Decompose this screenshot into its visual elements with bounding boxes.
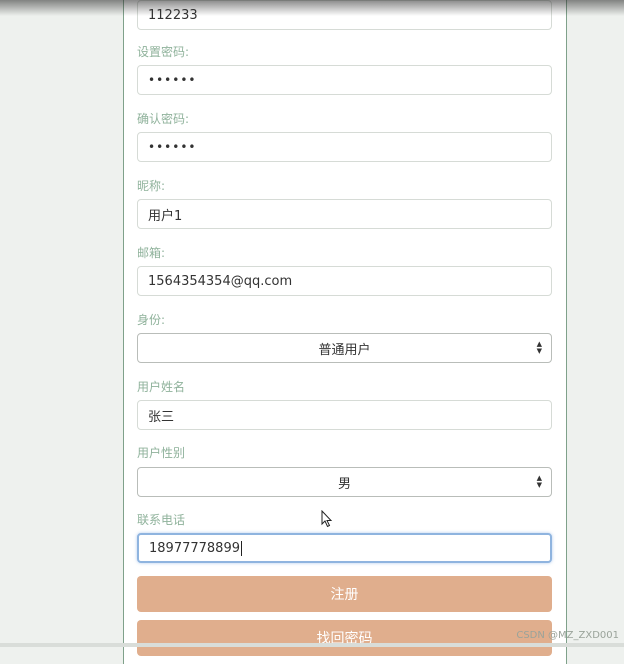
email-label: 邮箱:: [137, 246, 166, 260]
phone-label: 联系电话: [137, 513, 186, 527]
nickname-value: 用户1: [148, 208, 183, 224]
account-value: 112233: [148, 7, 198, 23]
confirm-password-input[interactable]: ••••••: [137, 132, 552, 162]
nickname-label: 昵称:: [137, 179, 166, 193]
register-button[interactable]: 注册: [137, 576, 552, 612]
confirm-password-label: 确认密码:: [137, 112, 190, 126]
gender-value: 男: [337, 476, 351, 492]
role-label: 身份:: [137, 313, 166, 327]
email-value: 1564354354@qq.com: [148, 273, 293, 289]
watermark: CSDN @MZ_ZXD001: [516, 630, 619, 641]
role-value: 普通用户: [318, 342, 371, 358]
recover-password-button[interactable]: 找回密码: [137, 620, 552, 656]
select-arrows-icon: ▲ ▼: [536, 340, 542, 355]
password-label: 设置密码:: [137, 45, 190, 59]
bottom-edge: [0, 643, 624, 647]
phone-input[interactable]: 18977778899: [137, 533, 552, 563]
register-form-panel: [123, 0, 567, 664]
role-select[interactable]: 普通用户 ▲ ▼: [137, 333, 552, 363]
realname-label: 用户姓名: [137, 380, 186, 394]
confirm-password-value: ••••••: [148, 140, 197, 154]
gender-select[interactable]: 男 ▲ ▼: [137, 467, 552, 497]
text-caret: [240, 540, 242, 556]
account-input[interactable]: 112233: [137, 0, 552, 30]
phone-value: 18977778899: [149, 540, 240, 556]
gender-label: 用户性别: [137, 446, 186, 460]
realname-value: 张三: [148, 409, 175, 425]
nickname-input[interactable]: 用户1: [137, 199, 552, 229]
mouse-pointer-icon: [321, 510, 333, 528]
password-value: ••••••: [148, 73, 197, 87]
email-input[interactable]: 1564354354@qq.com: [137, 266, 552, 296]
select-arrows-icon: ▲ ▼: [536, 474, 542, 489]
password-input[interactable]: ••••••: [137, 65, 552, 95]
realname-input[interactable]: 张三: [137, 400, 552, 430]
